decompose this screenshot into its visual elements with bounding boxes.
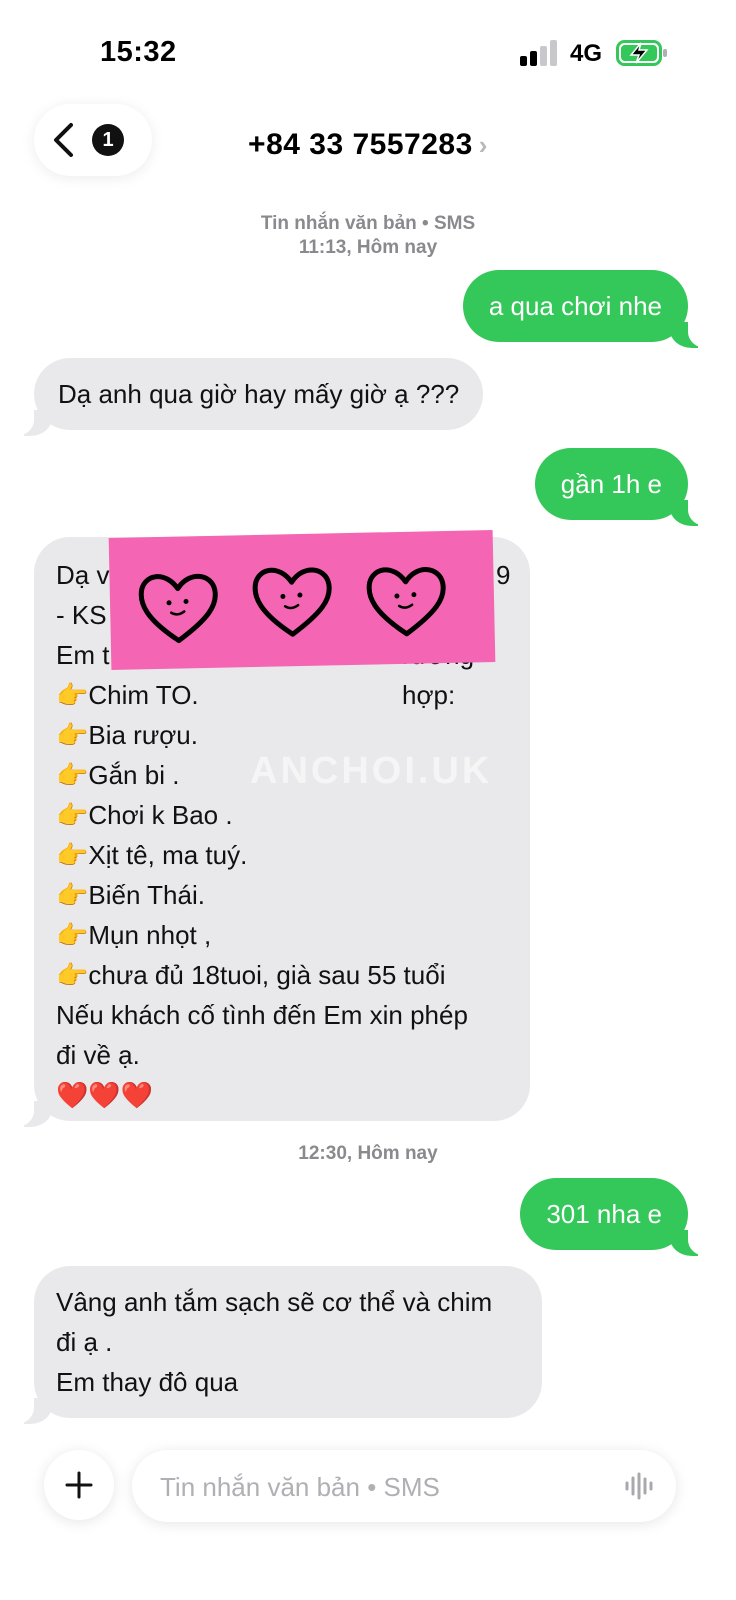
contact-header[interactable]: +84 33 7557283 › (0, 128, 736, 162)
message-text: 301 nha e (546, 1199, 662, 1229)
message-line: 👉Biến Thái. (56, 880, 205, 910)
message-line: Vâng anh tắm sạch sẽ cơ thể và chim (56, 1287, 493, 1317)
add-attachment-button[interactable] (44, 1450, 114, 1520)
network-label: 4G (570, 40, 603, 67)
message-text: gần 1h e (560, 469, 662, 499)
message-line: 👉Chơi k Bao . (56, 800, 233, 830)
message-line: 👉Xịt tê, ma tuý. (56, 840, 248, 870)
message-line: Em thay đô qua (56, 1367, 239, 1397)
message-timestamp: 12:30, Hôm nay (298, 1143, 438, 1164)
watermark: ANCHOI.UK (250, 750, 493, 792)
sticker-overlay (108, 529, 496, 671)
battery-charging-icon (616, 40, 667, 66)
incoming-message[interactable]: Vâng anh tắm sạch sẽ cơ thể và chim đi ạ… (10, 1266, 542, 1424)
outgoing-message[interactable]: gần 1h e (534, 448, 712, 526)
signal-icon (520, 40, 557, 66)
message-timestamp: 11:13, Hôm nay (298, 237, 438, 258)
message-line: đi về ạ. (56, 1040, 140, 1070)
audio-wave-icon[interactable] (624, 1472, 654, 1500)
message-line: đi ạ . (56, 1327, 113, 1357)
contact-number: +84 33 7557283 (248, 128, 473, 161)
heart-face-icon (252, 567, 332, 637)
message-line: 👉Bia rượu. (56, 720, 198, 750)
message-line: Nếu khách cố tình đến Em xin phép (56, 1000, 468, 1030)
heart-face-icon (366, 567, 446, 637)
message-text: Dạ anh qua giờ hay mấy giờ ạ ??? (58, 379, 460, 409)
incoming-message[interactable]: Dạ anh qua giờ hay mấy giờ ạ ??? (10, 358, 484, 436)
status-time: 15:32 (100, 36, 177, 68)
outgoing-message[interactable]: 301 nha e (520, 1178, 712, 1256)
chevron-right-icon: › (478, 130, 488, 160)
plus-icon (65, 1471, 93, 1499)
heart-face-icon (138, 573, 218, 644)
message-line: 👉Mụn nhọt , (56, 920, 212, 950)
message-line: ❤️❤️❤️ (56, 1080, 154, 1110)
message-text: a qua chơi nhe (488, 291, 662, 321)
message-meta: Tin nhắn văn bản • SMS 11:13, Hôm nay (0, 212, 736, 260)
message-input[interactable] (158, 1450, 602, 1524)
partial-text: 9 (496, 560, 511, 590)
outgoing-message[interactable]: a qua chơi nhe (462, 270, 712, 348)
message-line: 👉chưa đủ 18tuoi, già sau 55 tuổi (56, 960, 446, 990)
message-composer[interactable] (132, 1450, 676, 1524)
message-type: Tin nhắn văn bản • SMS (260, 213, 476, 234)
